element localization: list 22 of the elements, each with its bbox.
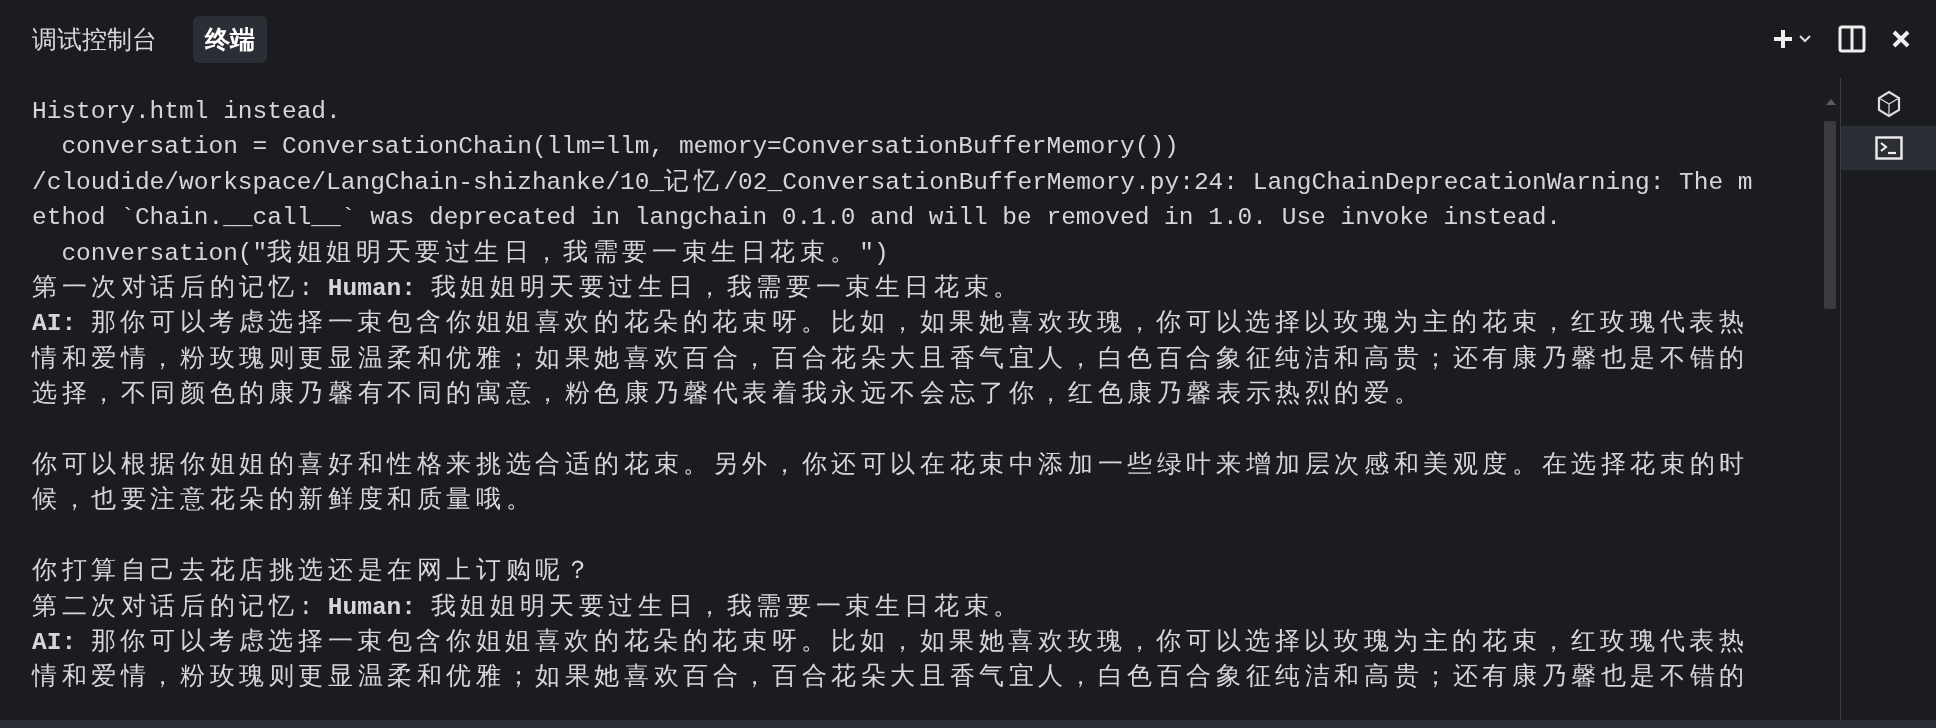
terminal-line: conversation("我姐姐明天要过生日，我需要一束生日花束。") [60,238,889,269]
side-tab[interactable] [1841,126,1936,170]
terminal-line: 第一次对话后的记忆: Human: 我姐姐明天要过生日，我需要一束生日花束。 [32,273,1023,305]
terminal-line: 第二次对话后的记忆: Human: 我姐姐明天要过生日，我需要一束生日花束。 [32,592,1023,623]
scrollbar-thumb[interactable] [1824,121,1836,309]
terminal-line: 候，也要注意花朵的新鲜度和质量哦。 [32,485,536,517]
terminal-line: History.html instead. [32,97,341,127]
terminal-line: conversation = ConversationChain(llm=llm, memory=ConversationBufferMemory()) [60,132,1179,163]
terminal-line: 你可以根据你姐姐的喜好和性格来挑选合适的花束。另外，你还可以在花束中添加一些绿叶来增加层次感和美观度。在选择花束的时 [32,450,1749,482]
terminal-line: 你打算自己去花店挑选还是在网上订购呢？ [32,556,595,588]
terminal-icon [1874,136,1903,160]
panel-tab[interactable]: 调试控制台 [20,15,169,63]
terminal-line: AI: 那你可以考虑选择一束包含你姐姐喜欢的花朵的花束呀。比如，如果她喜欢玫瑰，你可以选择以玫瑰为主的花束，红玫瑰代表热 [32,308,1749,340]
terminal-line: 选择，不同颜色的康乃馨有不同的寓意，粉色康乃馨代表着我永远不会忘了你，红色康乃馨表示热烈的爱。 [32,378,1424,411]
terminal-line: AI: 那你可以考虑选择一束包含你姐姐喜欢的花朵的花束呀。比如，如果她喜欢玫瑰，你可以选择以玫瑰为主的花束，红玫瑰代表热 [32,627,1749,659]
scroll-up-icon[interactable] [1825,98,1837,106]
terminal-line: 情和爱情，粉玫瑰则更显温柔和优雅；如果她喜欢百合，百合花朵大且香气宜人，白色百合象征纯洁和高贵；还有康乃馨也是不错的 [32,662,1749,694]
terminal-line: 情和爱情，粉玫瑰则更显温柔和优雅；如果她喜欢百合，百合花朵大且香气宜人，白色百合象征纯洁和高贵；还有康乃馨也是不错的 [32,344,1749,375]
panel-tab[interactable]: 终端 [193,15,267,63]
cube-icon [1875,90,1902,118]
terminal-line: ethod `Chain.__call__` was deprecated in langchain 0.1.0 and will be removed in 1.0. Use invoke instead. [32,203,1562,234]
terminal-line: /cloudide/workspace/LangChain-shizhanke/10_记忆/02_ConversationBufferMemory.py:24: LangChainDeprecationWarning: The m [32,167,1753,198]
